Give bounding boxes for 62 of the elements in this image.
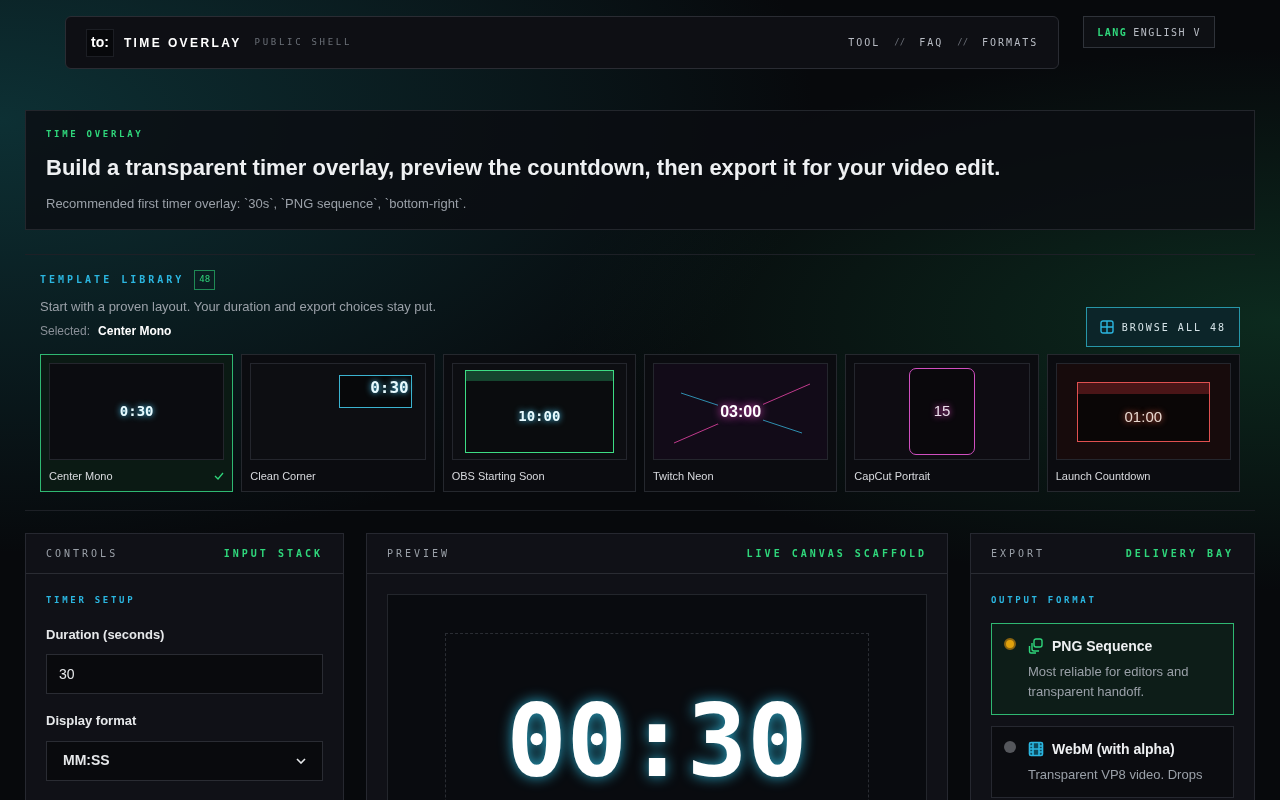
nav-link[interactable]: FORMATS (982, 35, 1039, 50)
panel-tag: INPUT STACK (223, 546, 323, 561)
template-card[interactable]: 0:30 Center Mono (40, 354, 234, 492)
selected-value: Center Mono (98, 323, 172, 340)
selected-label: Selected: (40, 323, 91, 340)
template-card[interactable]: 15 CapCut Portrait (845, 354, 1039, 492)
template-name: Center Mono (49, 469, 113, 484)
language-button[interactable]: LANG ENGLISH V (1083, 16, 1215, 48)
timer-text: 00:30 (506, 692, 808, 800)
grid-icon (1099, 320, 1114, 334)
format-option[interactable]: WebM (with alpha) Transparent VP8 video. Drops (991, 725, 1234, 798)
count-badge: 48 (194, 270, 216, 290)
site-title: TIME OVERLAY (123, 34, 242, 52)
section-title: TEMPLATE LIBRARY (40, 273, 185, 288)
template-card[interactable]: 10:00 OBS Starting Soon (442, 354, 636, 492)
nav-separator: // (957, 35, 969, 49)
nav-separator: // (894, 35, 906, 49)
film-icon (1028, 741, 1044, 757)
radio-button[interactable] (1004, 637, 1016, 650)
template-name: Launch Countdown (1055, 469, 1151, 484)
field-label: Display format (46, 712, 138, 730)
layers-icon (1028, 638, 1044, 654)
timer-text: 0:30 (119, 402, 154, 421)
template-name: Twitch Neon (653, 469, 714, 484)
browse-all-button[interactable]: BROWSE ALL 48 (1085, 307, 1240, 347)
panel-title: EXPORT (991, 547, 1046, 561)
check-icon (214, 472, 225, 481)
nav-link[interactable]: TOOL (848, 35, 881, 50)
timer-frame: 10:00 (464, 370, 614, 453)
template-card[interactable]: 01:00 Launch Countdown (1046, 354, 1240, 492)
logo[interactable]: to: (86, 28, 114, 57)
section-title: OUTPUT FORMAT (991, 594, 1098, 607)
format-description: Most reliable for editors and transparent handoff. (1028, 662, 1190, 701)
hero-heading: Build a transparent timer overlay, preview the countdown, then export it for your video edit. (46, 153, 1002, 182)
panel-tag: DELIVERY BAY (1125, 546, 1234, 561)
timer-frame: 0:30 (338, 375, 412, 408)
panel-title: CONTROLS (46, 547, 119, 561)
template-card[interactable]: 0:30 Clean Corner (241, 354, 435, 492)
format-select[interactable]: MM:SS (46, 740, 323, 781)
format-description: Transparent VP8 video. Drops (1028, 765, 1203, 784)
timer-frame: 01:00 (1076, 381, 1210, 442)
radio-button[interactable] (1004, 740, 1016, 753)
panel-title: PREVIEW (387, 547, 451, 561)
crossed-lines-icon (674, 383, 810, 444)
hero-text: Recommended first timer overlay: `30s`, `PNG sequence`, `bottom-right`. (46, 194, 468, 213)
duration-field[interactable]: 30 (46, 654, 323, 694)
hero-eyebrow: TIME OVERLAY (46, 128, 145, 141)
site-subtitle: PUBLIC SHELL (254, 35, 353, 49)
format-name: PNG Sequence (1052, 636, 1153, 656)
timer-frame: 15 (909, 368, 975, 455)
format-name: WebM (with alpha) (1052, 739, 1175, 759)
template-name: OBS Starting Soon (451, 469, 545, 484)
template-card[interactable]: 03:00 Twitch Neon (644, 354, 838, 492)
section-text: Start with a proven layout. Your duration and export choices stay put. (40, 297, 437, 316)
template-name: CapCut Portrait (854, 469, 931, 484)
nav-link[interactable]: FAQ (919, 35, 944, 50)
format-option[interactable]: PNG Sequence Most reliable for editors and transparent handoff. (991, 622, 1234, 715)
chevron-down-icon (296, 757, 306, 764)
panel-tag: LIVE CANVAS SCAFFOLD (746, 546, 927, 561)
template-name: Clean Corner (250, 469, 316, 484)
section-title: TIMER SETUP (46, 594, 137, 607)
field-label: Duration (seconds) (46, 625, 166, 644)
